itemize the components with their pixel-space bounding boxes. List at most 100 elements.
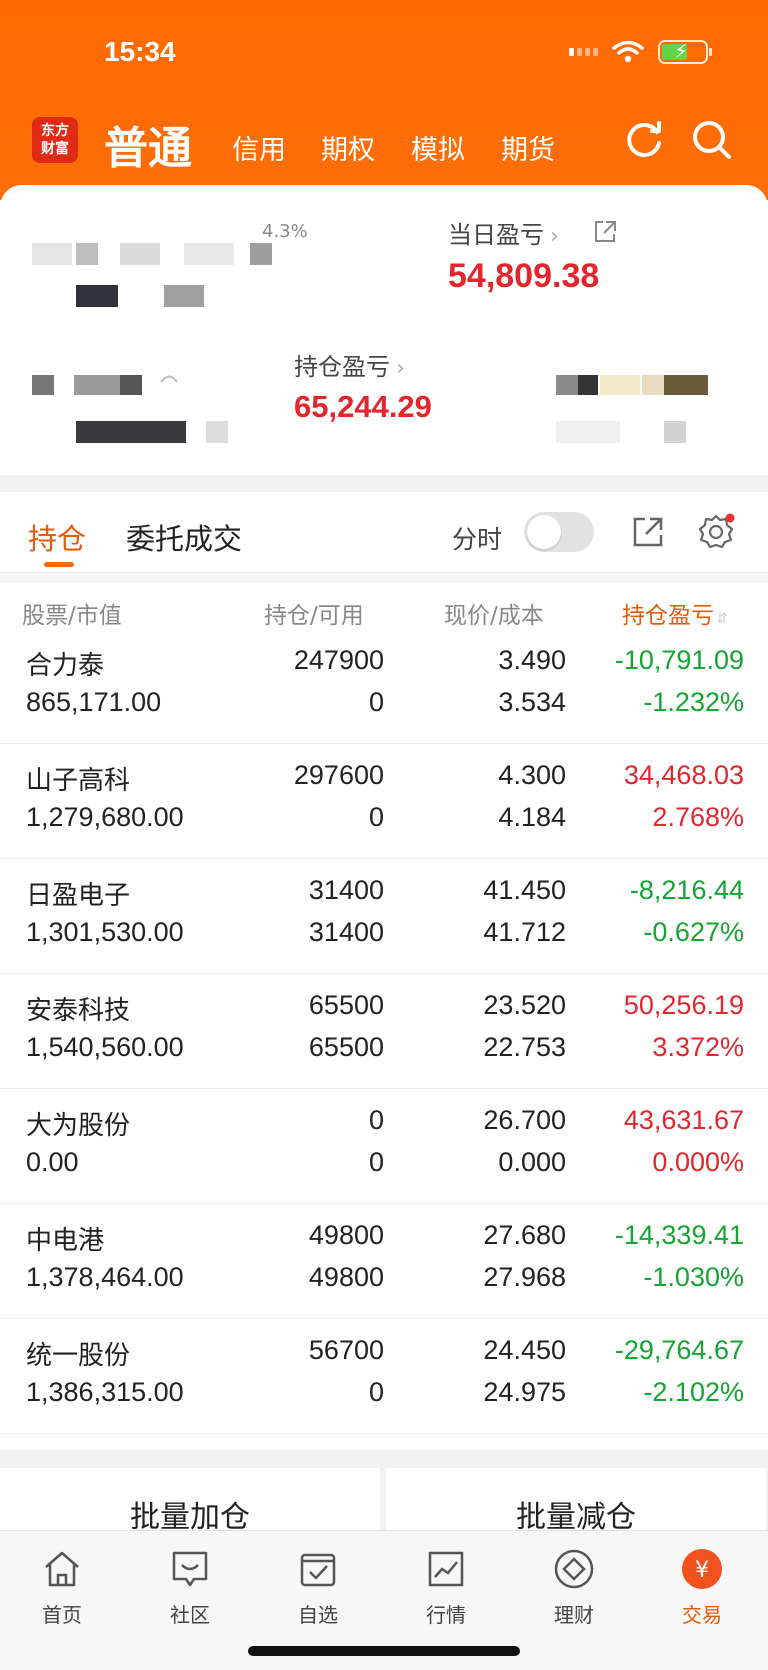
current-price: 24.450 — [483, 1335, 566, 1365]
tabbar-trade[interactable]: ¥ 交易 — [652, 1547, 752, 1628]
col-price-cost: 现价/成本 — [444, 603, 544, 629]
position-pl-label-text: 持仓盈亏 — [294, 353, 390, 381]
daily-pl-value: 54,809.38 — [448, 257, 600, 295]
position-pl-pct: -0.627% — [643, 917, 744, 947]
available-qty: 31400 — [308, 917, 384, 947]
position-pl: 50,256.19 — [623, 990, 744, 1020]
tab-options[interactable]: 期权 — [321, 128, 375, 167]
cost-price: 27.968 — [483, 1262, 566, 1292]
col-available: 可用 — [317, 603, 364, 629]
stock-name: 统一股份 — [26, 1341, 131, 1371]
positions-panel: 持仓 委托成交 分时 股票/市值 持仓/可用 现价/成本 持仓盈亏 ⇵ 合力泰 86… — [0, 492, 768, 1450]
current-price: 23.520 — [483, 990, 566, 1020]
available-qty: 65500 — [308, 1032, 384, 1062]
wifi-icon — [612, 40, 644, 63]
holding-qty: 297600 — [293, 760, 384, 790]
tabbar-home[interactable]: 首页 — [12, 1547, 112, 1628]
holding-qty: 56700 — [308, 1335, 384, 1365]
market-value: 1,378,464.00 — [26, 1262, 184, 1292]
tabbar-home-label: 首页 — [42, 1603, 82, 1627]
stock-name: 大为股份 — [26, 1111, 131, 1141]
tab-simulation[interactable]: 模拟 — [411, 128, 465, 167]
position-pl-label[interactable]: 持仓盈亏 › — [294, 347, 405, 382]
holding-qty: 0 — [368, 1105, 384, 1135]
tabbar-community[interactable]: 社区 — [140, 1547, 240, 1628]
available-qty: 0 — [368, 687, 384, 717]
refresh-icon[interactable] — [622, 118, 666, 162]
position-pl: -8,216.44 — [629, 875, 744, 905]
tab-futures[interactable]: 期货 — [501, 128, 555, 167]
position-pl-pct: -1.232% — [643, 687, 744, 717]
tabbar-wealth[interactable]: 理财 — [524, 1547, 624, 1628]
col-pl: 持仓盈亏 — [622, 603, 714, 629]
tabbar-watchlist-label: 自选 — [298, 1603, 338, 1627]
market-value: 1,279,680.00 — [26, 802, 184, 832]
tab-normal[interactable]: 普通 — [104, 112, 192, 176]
toggle-knob — [527, 515, 561, 549]
active-tab-indicator — [44, 562, 74, 567]
daily-pl-label[interactable]: 当日盈亏 › — [448, 215, 559, 250]
tab-credit[interactable]: 信用 — [232, 128, 286, 167]
logo-text-line1: 东方 — [41, 123, 69, 139]
status-time: 15:34 — [104, 36, 176, 67]
holding-row[interactable]: 中电港 1,378,464.00 49800 49800 27.680 27.968 -14… — [0, 1204, 768, 1319]
wealth-diamond-icon — [554, 1549, 594, 1589]
home-indicator[interactable] — [248, 1646, 520, 1656]
holding-qty: 65500 — [308, 990, 384, 1020]
settings-gear-icon[interactable] — [696, 512, 736, 552]
share-icon[interactable] — [592, 219, 618, 245]
stock-name: 日盈电子 — [26, 881, 131, 911]
current-price: 4.300 — [498, 760, 566, 790]
current-price: 41.450 — [483, 875, 566, 905]
intraday-toggle[interactable] — [524, 512, 594, 552]
current-price: 3.490 — [498, 645, 566, 675]
holding-row[interactable]: 日盈电子 1,301,530.00 31400 31400 41.450 41.712 -8… — [0, 859, 768, 974]
eye-toggle-icon[interactable] — [158, 369, 180, 391]
tab-orders-trades[interactable]: 委托成交 — [126, 516, 242, 558]
col-price: 现价 — [444, 603, 490, 629]
position-pl-pct: 3.372% — [652, 1032, 744, 1062]
col-position-pl-sort[interactable]: 持仓盈亏 ⇵ — [622, 596, 728, 630]
status-icons: ⚡ — [569, 39, 712, 64]
stock-name: 中电港 — [26, 1226, 105, 1256]
tabbar-watchlist[interactable]: 自选 — [268, 1547, 368, 1628]
chevron-right-icon: › — [550, 224, 559, 249]
market-value: 1,540,560.00 — [26, 1032, 184, 1062]
position-pl-pct: 0.000% — [652, 1147, 744, 1177]
app-logo[interactable]: 东方 财富 — [32, 117, 78, 163]
col-stock: 股票 — [22, 603, 68, 629]
available-qty: 0 — [368, 1377, 384, 1407]
tabbar-wealth-label: 理财 — [554, 1603, 594, 1627]
col-market-value: 市值 — [75, 603, 122, 629]
cost-price: 24.975 — [483, 1377, 566, 1407]
position-pl: 34,468.03 — [623, 760, 744, 790]
position-pl-pct: -1.030% — [643, 1262, 744, 1292]
trade-yuan-icon: ¥ — [682, 1549, 722, 1589]
cost-price: 41.712 — [483, 917, 566, 947]
holding-row[interactable]: 合力泰 865,171.00 247900 0 3.490 3.534 -10,791.09… — [0, 629, 768, 744]
tab-holdings[interactable]: 持仓 — [28, 516, 86, 558]
battery-icon: ⚡ — [658, 39, 712, 64]
holding-row[interactable]: 大为股份 0.00 0 0 26.700 0.000 43,631.67 0.000% — [0, 1089, 768, 1204]
holding-qty: 247900 — [293, 645, 384, 675]
available-qty: 0 — [368, 1147, 384, 1177]
daily-pl-label-text: 当日盈亏 — [448, 221, 544, 249]
position-pl: 43,631.67 — [623, 1105, 744, 1135]
market-value: 1,301,530.00 — [26, 917, 184, 947]
tabbar-market-label: 行情 — [426, 1603, 466, 1627]
holding-row[interactable]: 安泰科技 1,540,560.00 65500 65500 23.520 22.753 50… — [0, 974, 768, 1089]
tabbar-community-label: 社区 — [170, 1603, 210, 1627]
export-icon[interactable] — [630, 514, 666, 550]
position-pl-value: 65,244.29 — [294, 389, 432, 424]
holding-row[interactable]: 统一股份 1,386,315.00 56700 0 24.450 24.975 -29,76… — [0, 1319, 768, 1434]
market-value: 0.00 — [26, 1147, 79, 1177]
position-pl-pct: -2.102% — [643, 1377, 744, 1407]
current-price: 27.680 — [483, 1220, 566, 1250]
stock-name: 山子高科 — [26, 766, 131, 796]
available-qty: 0 — [368, 802, 384, 832]
intraday-label: 分时 — [452, 525, 503, 554]
tabbar-market[interactable]: 行情 — [396, 1547, 496, 1628]
col-holding: 持仓 — [264, 603, 310, 629]
search-icon[interactable] — [690, 118, 734, 162]
holding-row[interactable]: 山子高科 1,279,680.00 297600 0 4.300 4.184 34,468.… — [0, 744, 768, 859]
